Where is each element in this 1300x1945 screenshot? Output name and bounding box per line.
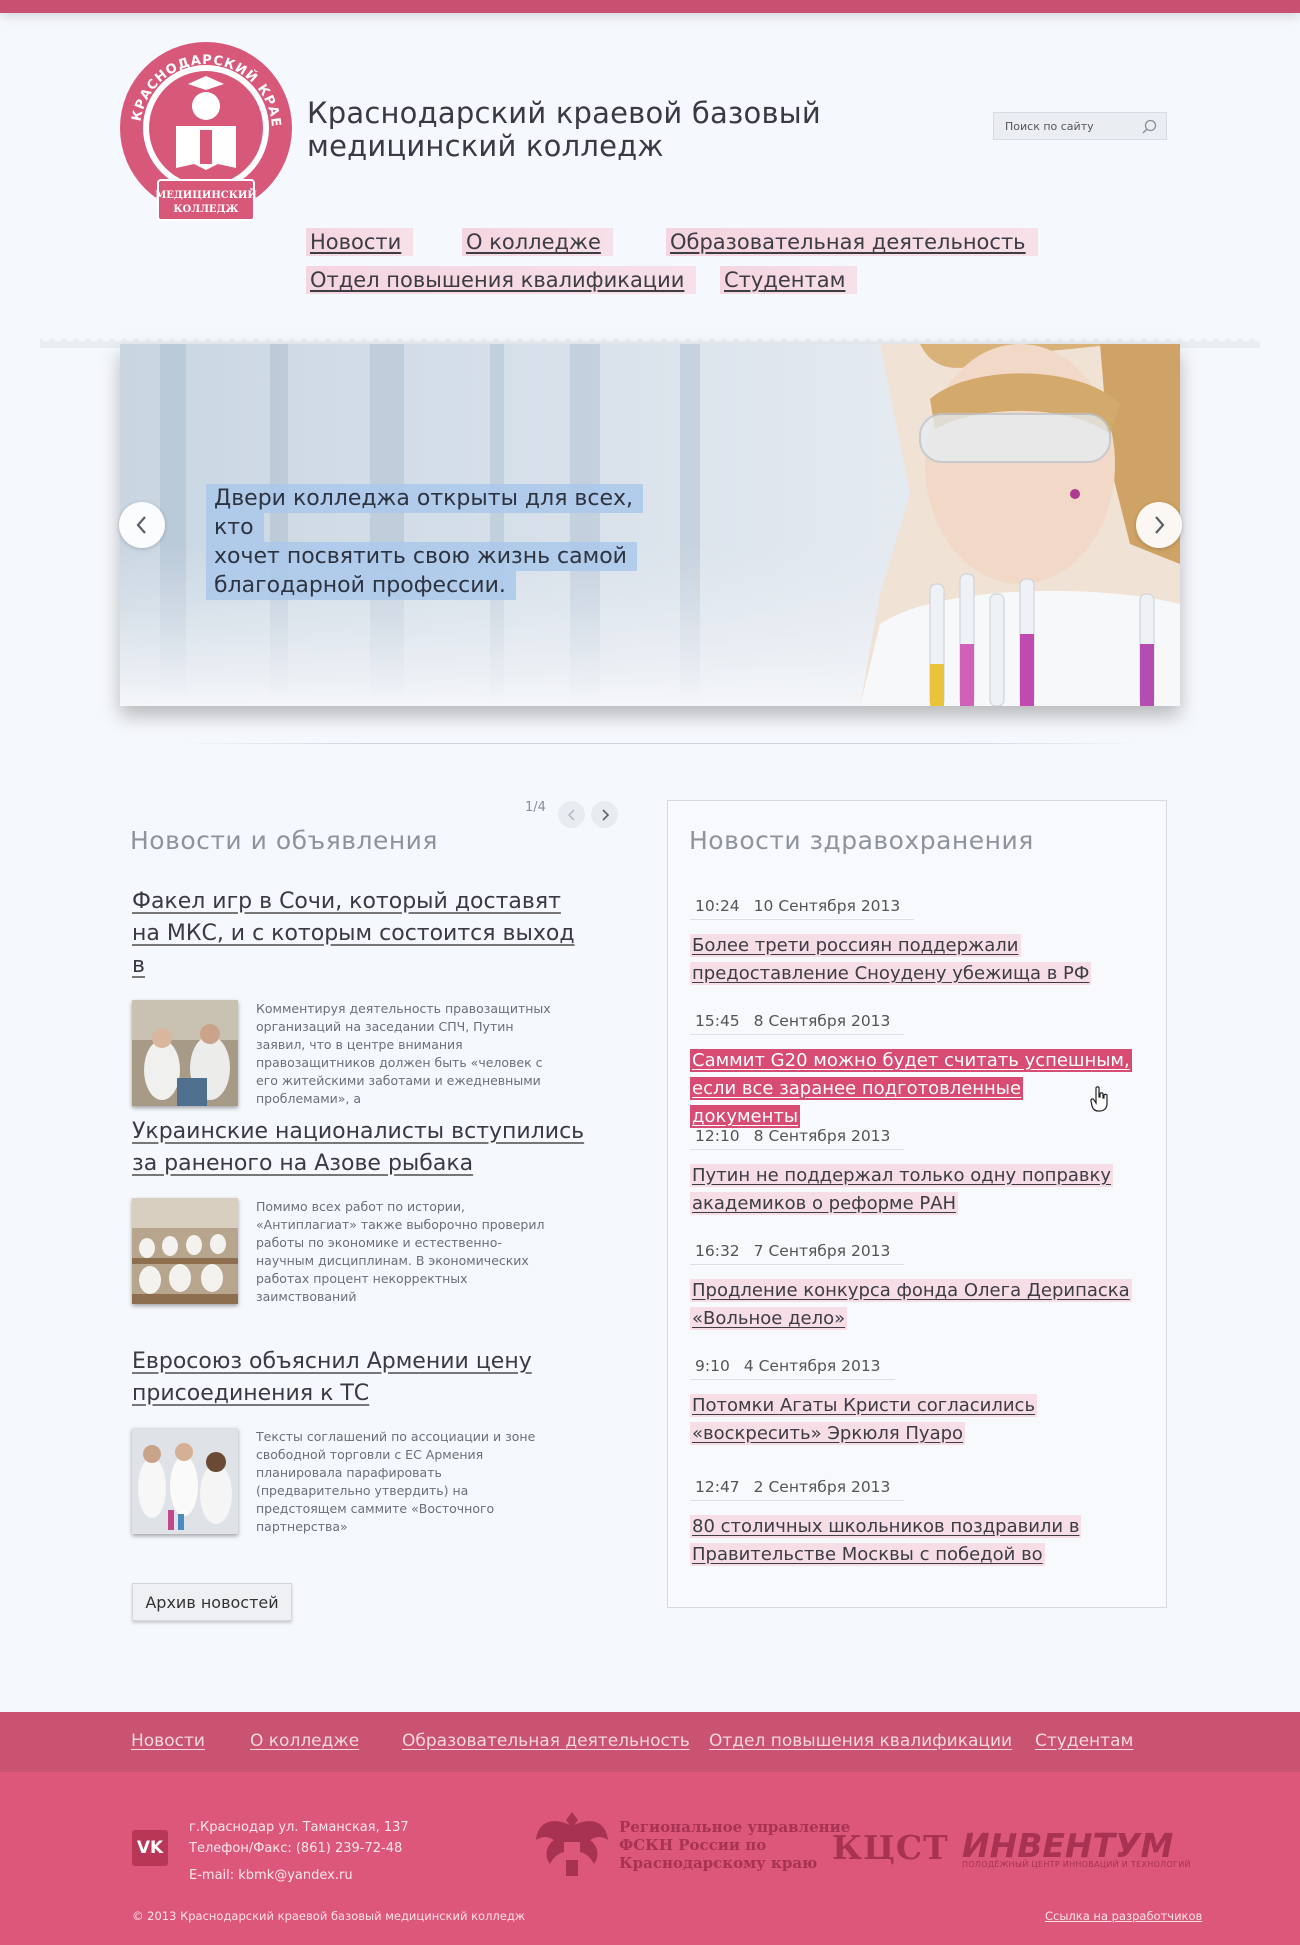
hero-slider: Двери колледжа открыты для всех, кто хоч…: [120, 344, 1180, 706]
health-news-time: 10:24: [695, 897, 740, 915]
nav-news[interactable]: Новости: [306, 228, 414, 256]
news-next-button[interactable]: [591, 801, 618, 828]
news-item-title[interactable]: Украинские националисты вступились за ра…: [132, 1116, 592, 1180]
search-box: [993, 112, 1167, 140]
footer-copyright: © 2013 Краснодарский краевой базовый мед…: [132, 1909, 526, 1923]
news-pager-count: 1/4: [525, 800, 546, 815]
vk-icon[interactable]: VK: [132, 1830, 168, 1866]
news-item-title[interactable]: Евросоюз объяснил Армении цену присоедин…: [132, 1346, 592, 1410]
health-news-date: 8 Сентября 2013: [753, 1012, 891, 1030]
health-news-link[interactable]: Более трети россиян поддержали предостав…: [690, 934, 1092, 985]
partner-fskn-line2: ФСКН России по: [619, 1836, 767, 1854]
health-news-link[interactable]: Путин не поддержал только одну поправку …: [690, 1164, 1114, 1215]
health-news-meta: 10:24 10 Сентября 2013: [690, 897, 915, 920]
partner-fskn[interactable]: Региональное управление ФСКН России по К…: [619, 1818, 850, 1872]
footer-edge-decoration: [0, 1706, 1300, 1716]
news-item-title[interactable]: Факел игр в Сочи, который доставят на МК…: [132, 886, 592, 982]
footer-phone: Телефон/Факс: (861) 239-72-48: [189, 1841, 403, 1856]
partner-fskn-line1: Региональное управление: [619, 1818, 851, 1836]
nav-education[interactable]: Образовательная деятельность: [666, 228, 1038, 256]
svg-text:КОЛЛЕДЖ: КОЛЛЕДЖ: [173, 204, 239, 215]
news-item-text: Помимо всех работ по истории, «Антиплаги…: [256, 1199, 545, 1304]
footer-nav-qualification[interactable]: Отдел повышения квалификации: [709, 1731, 1012, 1751]
site-title-line1: Краснодарский краевой базовый: [307, 96, 821, 130]
partner-fskn-line3: Краснодарскому краю: [619, 1854, 818, 1872]
developers-link[interactable]: Ссылка на разработчиков: [1045, 1909, 1202, 1923]
health-news-item: 12:47 2 Сентября 2013 80 столичных школьн…: [690, 1477, 1130, 1569]
health-news-date: 2 Сентября 2013: [753, 1478, 891, 1496]
news-item-text: Тексты соглашений по ассоциации и зоне с…: [256, 1429, 536, 1534]
search-icon[interactable]: [1140, 118, 1158, 136]
news-item: Украинские националисты вступились за ра…: [132, 1116, 592, 1306]
health-news-meta: 15:45 8 Сентября 2013: [690, 1012, 905, 1035]
news-thumbnail[interactable]: [132, 1000, 238, 1106]
footer-nav-students[interactable]: Студентам: [1035, 1731, 1133, 1751]
chevron-left-icon: [567, 808, 575, 821]
health-news-item: 9:10 4 Сентября 2013 Потомки Агаты Кристи…: [690, 1356, 1130, 1448]
health-news-meta: 12:47 2 Сентября 2013: [690, 1478, 905, 1501]
health-news-time: 12:10: [695, 1127, 740, 1145]
footer-nav-news[interactable]: Новости: [131, 1731, 205, 1751]
news-item-text: Комментируя деятельность правозащитных о…: [256, 1001, 551, 1106]
news-thumbnail[interactable]: [132, 1428, 238, 1534]
footer-email: E-mail: kbmk@yandex.ru: [189, 1868, 353, 1883]
footer-nav-education[interactable]: Образовательная деятельность: [402, 1731, 690, 1751]
svg-text:МЕДИЦИНСКИЙ: МЕДИЦИНСКИЙ: [155, 188, 257, 201]
health-news-date: 4 Сентября 2013: [743, 1357, 881, 1375]
footer-contacts: г.Краснодар ул. Таманская, 137 Телефон/Ф…: [189, 1817, 409, 1886]
slide-caption: Двери колледжа открыты для всех, кто хоч…: [206, 484, 666, 600]
health-news-link-active[interactable]: Саммит G20 можно будет считать успешным,…: [690, 1049, 1132, 1128]
chevron-left-icon: [136, 516, 146, 534]
health-news-link[interactable]: Потомки Агаты Кристи согласились «воскре…: [690, 1394, 1038, 1445]
slider-prev-button[interactable]: [119, 502, 165, 548]
news-prev-button[interactable]: [558, 801, 585, 828]
site-title-line2: медицинский колледж: [307, 129, 664, 163]
health-news-time: 12:47: [695, 1478, 740, 1496]
nav-qualification[interactable]: Отдел повышения квалификации: [306, 266, 697, 294]
news-archive-button[interactable]: Архив новостей: [132, 1583, 292, 1621]
hand-cursor-icon: [1090, 1086, 1108, 1112]
health-news-item: 16:32 7 Сентября 2013 Продление конкурса …: [690, 1241, 1132, 1333]
health-news-link[interactable]: Продление конкурса фонда Олега Дерипаска…: [690, 1279, 1132, 1330]
news-item: Евросоюз объяснил Армении цену присоедин…: [132, 1346, 592, 1536]
health-news-item: 10:24 10 Сентября 2013 Более трети россия…: [690, 896, 1130, 988]
slide-caption-line1: Двери колледжа открыты для всех, кто: [206, 484, 644, 542]
health-news-date: 10 Сентября 2013: [753, 897, 901, 915]
section-divider: [180, 743, 1140, 744]
search-input[interactable]: [994, 113, 1134, 139]
chevron-right-icon: [1155, 516, 1165, 534]
health-news-meta: 16:32 7 Сентября 2013: [690, 1242, 905, 1265]
slider-next-button[interactable]: [1136, 502, 1182, 548]
eagle-emblem-icon[interactable]: [532, 1806, 612, 1882]
nav-about[interactable]: О колледже: [462, 228, 613, 256]
partner-inventum-subtitle: ПОЛОДЁЖНЫЙ ЦЕНТР ИННОВАЦИЙ И ТЕХНОЛОГИЙ: [962, 1860, 1191, 1869]
footer-nav-about[interactable]: О колледже: [250, 1731, 359, 1751]
top-accent-bar: [0, 0, 1300, 13]
health-news-time: 16:32: [695, 1242, 740, 1260]
slide-caption-line2: хочет посвятить свою жизнь самой: [206, 542, 637, 571]
site-title: Краснодарский краевой базовый медицински…: [307, 97, 867, 163]
main-nav: Новости О колледже Образовательная деяте…: [306, 226, 1046, 296]
chevron-right-icon: [601, 808, 609, 821]
news-section-title: Новости и объявления: [130, 826, 438, 855]
health-news-link[interactable]: 80 столичных школьников поздравили в Пра…: [690, 1515, 1082, 1566]
nav-students[interactable]: Студентам: [720, 266, 858, 294]
news-item: Факел игр в Сочи, который доставят на МК…: [132, 886, 592, 1108]
health-news-item: 15:45 8 Сентября 2013 Саммит G20 можно бу…: [690, 1011, 1132, 1131]
health-news-meta: 12:10 8 Сентября 2013: [690, 1127, 905, 1150]
health-news-time: 9:10: [695, 1357, 730, 1375]
slide-caption-line3: благодарной профессии.: [206, 571, 516, 600]
health-news-date: 8 Сентября 2013: [753, 1127, 891, 1145]
health-news-date: 7 Сентября 2013: [753, 1242, 891, 1260]
health-section-title: Новости здравохранения: [689, 826, 1034, 855]
health-news-meta: 9:10 4 Сентября 2013: [690, 1357, 895, 1380]
health-news-time: 15:45: [695, 1012, 740, 1030]
health-news-item: 12:10 8 Сентября 2013 Путин не поддержал …: [690, 1126, 1130, 1218]
partner-kcst[interactable]: КЦСТ: [832, 1828, 949, 1867]
college-logo[interactable]: КРАСНОДАРСКИЙ КРАЕВОЙ БАЗОВЫЙ МЕДИЦИНСКИ…: [118, 38, 293, 222]
news-thumbnail[interactable]: [132, 1198, 238, 1304]
footer-address: г.Краснодар ул. Таманская, 137: [189, 1820, 409, 1835]
